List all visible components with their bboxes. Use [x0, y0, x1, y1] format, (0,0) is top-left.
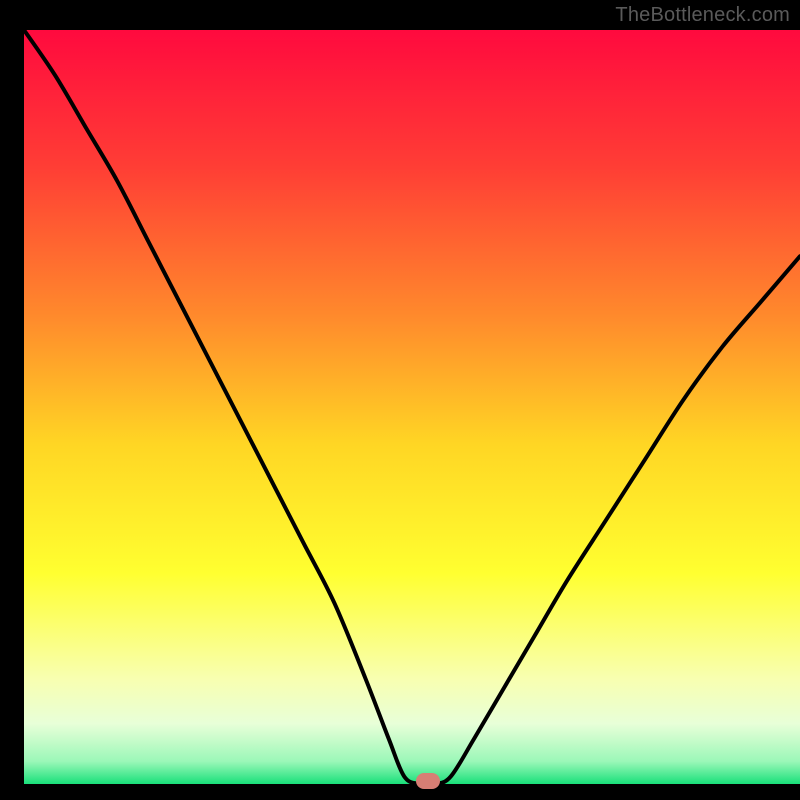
plot-background	[24, 30, 800, 784]
chart-frame: TheBottleneck.com	[0, 0, 800, 800]
watermark-text: TheBottleneck.com	[615, 4, 790, 27]
chart-svg	[0, 0, 800, 800]
optimal-point-marker	[416, 773, 440, 789]
